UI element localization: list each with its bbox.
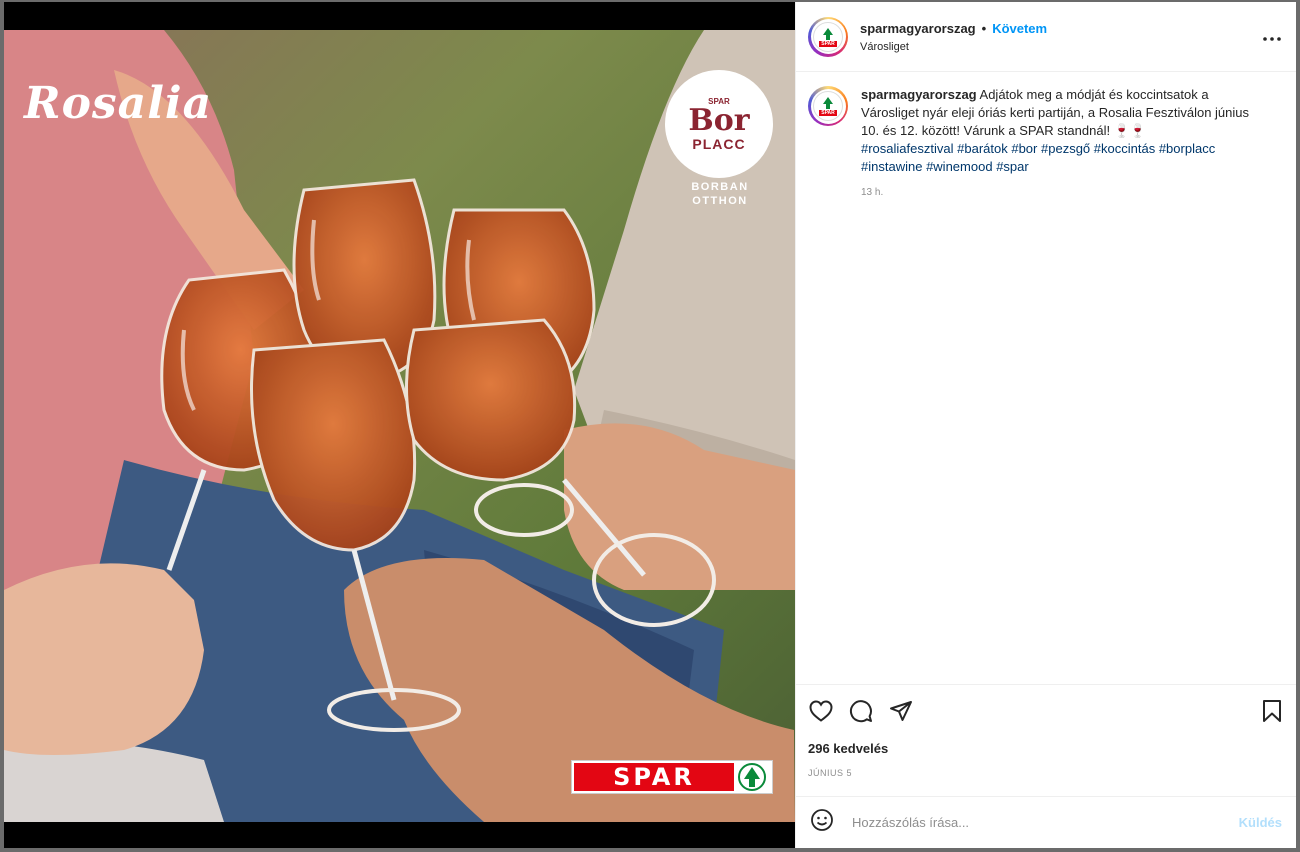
caption-avatar[interactable]: SPAR xyxy=(808,86,848,126)
comment-input[interactable] xyxy=(852,815,1231,830)
spar-avatar-icon: SPAR xyxy=(813,91,843,121)
hashtag[interactable]: #instawine xyxy=(861,159,922,174)
post-panel: SPAR sparmagyarorszag • Követem Városlig… xyxy=(795,2,1296,848)
caption-time[interactable]: 13 h. xyxy=(861,184,1261,202)
likes-count[interactable]: 296 kedvelés xyxy=(808,741,1284,756)
avatar-label: SPAR xyxy=(819,40,837,47)
post-media[interactable]: Rosalia SPAR Bor PLACC BORBAN OTTHON SPA… xyxy=(4,2,795,848)
hashtag[interactable]: #spar xyxy=(996,159,1029,174)
more-options-icon[interactable] xyxy=(1260,26,1284,47)
hashtag[interactable]: #borplacc xyxy=(1159,141,1215,156)
post-username[interactable]: sparmagyarorszag xyxy=(860,21,976,36)
screen-frame: Rosalia SPAR Bor PLACC BORBAN OTTHON SPA… xyxy=(0,0,1300,852)
separator-dot: • xyxy=(981,20,987,36)
spar-logo-red: SPAR xyxy=(574,763,734,791)
badge-placc-text: PLACC xyxy=(692,135,746,152)
like-heart-icon[interactable] xyxy=(808,698,834,724)
caption-avatar-label: SPAR xyxy=(819,110,837,116)
post-date[interactable]: JÚNIUS 5 xyxy=(808,768,1284,778)
post-photo[interactable]: Rosalia SPAR Bor PLACC BORBAN OTTHON SPA… xyxy=(4,30,795,822)
hashtag[interactable]: #winemood xyxy=(926,159,993,174)
send-comment-button[interactable]: Küldés xyxy=(1239,815,1282,830)
comments-area: SPAR sparmagyarorszag Adjátok meg a módj… xyxy=(796,72,1296,684)
borban-otthon-text: BORBAN OTTHON xyxy=(680,180,760,208)
rosalia-logo: Rosalia xyxy=(24,78,213,129)
follow-button[interactable]: Követem xyxy=(992,21,1047,36)
add-comment-bar: Küldés xyxy=(796,796,1296,848)
hashtag[interactable]: #pezsgő xyxy=(1041,141,1090,156)
post-location[interactable]: Városliget xyxy=(860,41,1260,53)
spar-logo: SPAR xyxy=(571,760,773,794)
share-send-icon[interactable] xyxy=(888,698,914,724)
hashtag[interactable]: #rosaliafesztival xyxy=(861,141,954,156)
bookmark-icon[interactable] xyxy=(1262,699,1282,728)
otthon-text: OTTHON xyxy=(692,195,748,207)
borplacc-badge: SPAR Bor PLACC xyxy=(665,70,773,178)
hashtag[interactable]: #bor xyxy=(1011,141,1037,156)
spar-tree-icon xyxy=(734,762,770,792)
spar-avatar-icon: SPAR xyxy=(813,21,843,52)
borban-text: BORBAN xyxy=(691,181,749,193)
comment-icon[interactable] xyxy=(848,698,874,724)
badge-bor-text: Bor xyxy=(688,102,750,138)
caption-username[interactable]: sparmagyarorszag xyxy=(861,87,977,102)
emoji-icon[interactable] xyxy=(810,808,834,837)
caption: SPAR sparmagyarorszag Adjátok meg a módj… xyxy=(808,86,1284,202)
avatar[interactable]: SPAR xyxy=(808,16,848,57)
post-header: SPAR sparmagyarorszag • Követem Városlig… xyxy=(796,2,1296,72)
hashtag[interactable]: #barátok xyxy=(957,141,1008,156)
action-bar: 296 kedvelés JÚNIUS 5 xyxy=(796,684,1296,796)
hashtag[interactable]: #koccintás xyxy=(1094,141,1155,156)
post-modal: Rosalia SPAR Bor PLACC BORBAN OTTHON SPA… xyxy=(4,2,1296,848)
